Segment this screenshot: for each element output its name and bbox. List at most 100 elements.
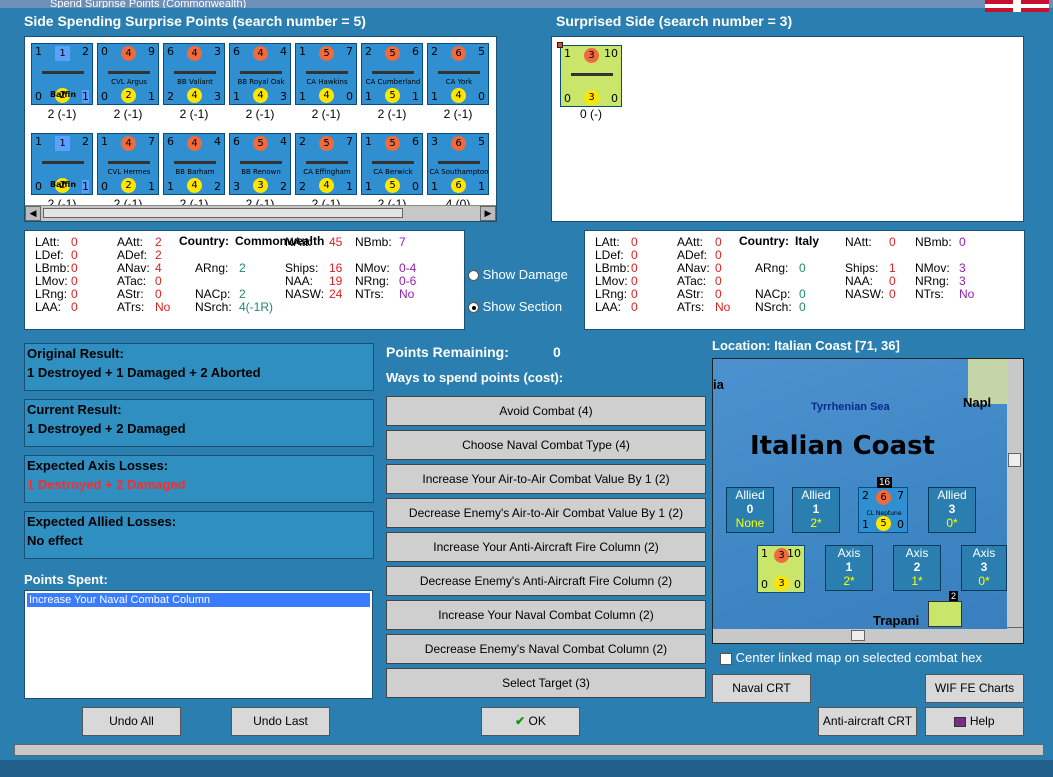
ship-icon [372, 66, 414, 74]
ok-button[interactable]: ✔ OK [481, 707, 580, 736]
axis-box-1[interactable]: Axis 1 2* [825, 545, 873, 591]
unit-counter[interactable]: 1 1 2 0 2 1 Baffin [31, 133, 93, 195]
increase-aa-fire-button[interactable]: Increase Your Anti-Aircraft Fire Column … [386, 532, 706, 562]
unit-counter[interactable]: 3 6 5 1 6 1 CA Southampton [427, 133, 489, 195]
scroll-thumb[interactable] [1008, 453, 1021, 467]
axis-losses-panel: Expected Axis Losses: 1 Destroyed + 2 Da… [24, 455, 374, 503]
stat-label: NASW: [845, 287, 885, 301]
scroll-thumb[interactable] [851, 630, 865, 641]
stat-label: LBmb: [595, 261, 630, 275]
scroll-right-icon[interactable]: ▶ [480, 206, 496, 221]
surprised-units-panel: 1 3 10 0 3 0 0 (-) [551, 36, 1024, 222]
map-horizontal-scrollbar[interactable] [713, 627, 1023, 643]
axis-losses-value: 1 Destroyed + 2 Damaged [27, 477, 186, 492]
show-damage-option[interactable]: Show Damage [468, 267, 580, 285]
counter-value: 1 [365, 135, 372, 148]
help-button[interactable]: Help [925, 707, 1024, 736]
allied-box-3[interactable]: Allied 3 0* [928, 487, 976, 533]
list-item[interactable]: Increase Your Naval Combat Column [27, 593, 370, 607]
show-section-option[interactable]: Show Section [468, 299, 580, 317]
counter-value: 2 [280, 180, 287, 193]
stat-value: 0 [155, 287, 162, 301]
stat-value: 3 [959, 261, 966, 275]
unit-counter[interactable]: 1 5 6 1 5 0 CA Berwick [361, 133, 423, 195]
unit-name: CA Berwick [373, 168, 413, 176]
stat-label: LRng: [595, 287, 628, 301]
counter-value: 6 [167, 135, 174, 148]
italy-stats-panel: LAtt: 0 AAtt: 0 NAtt: 0 NBmb: 0 LDef: 0 ADef: 0 LBmb… [584, 230, 1025, 330]
window-scrollbar[interactable] [14, 744, 1044, 756]
counter-value: 7 [148, 135, 155, 148]
decrease-enemy-aa-fire-button[interactable]: Decrease Enemy's Anti-Aircraft Fire Colu… [386, 566, 706, 596]
stat-value: 0 [715, 261, 722, 275]
unit-counter[interactable]: 1 3 10 0 3 0 [557, 42, 622, 107]
counter-value: 4 [319, 178, 334, 193]
avoid-combat-button[interactable]: Avoid Combat (4) [386, 396, 706, 426]
checkbox-icon[interactable] [720, 652, 732, 665]
unit-counter[interactable]: 0 4 9 0 2 1 CVL Argus [97, 43, 159, 105]
center-map-option[interactable]: Center linked map on selected combat hex [720, 650, 1024, 668]
current-result-panel: Current Result: 1 Destroyed + 2 Damaged [24, 399, 374, 447]
undo-last-button[interactable]: Undo Last [231, 707, 330, 736]
unit-counter[interactable]: 1 5 7 1 4 0 CA Hawkins [295, 43, 357, 105]
decrease-enemy-air-to-air-button[interactable]: Decrease Enemy's Air-to-Air Combat Value… [386, 498, 706, 528]
unit-counter[interactable]: 6 5 4 3 3 2 BB Renown [229, 133, 291, 195]
stat-value: No [399, 287, 415, 301]
scroll-thumb[interactable] [43, 208, 403, 218]
unit-name: Baffin [49, 90, 77, 99]
counter-value: 5 [385, 46, 400, 61]
axis-box-3[interactable]: Axis 3 0* [961, 545, 1007, 591]
axis-box-2[interactable]: Axis 2 1* [893, 545, 941, 591]
counter-value: 6 [451, 178, 466, 193]
increase-naval-column-button[interactable]: Increase Your Naval Combat Column (2) [386, 600, 706, 630]
unit-counter[interactable]: 1 1 2 0 2 1 Baffin [31, 43, 93, 105]
stat-label: ARng: [755, 261, 789, 275]
counter-caption: 2 (-1) [245, 107, 275, 121]
counter-value: 5 [385, 88, 400, 103]
allied-box-0[interactable]: Allied 0 None [726, 487, 774, 533]
unit-counter[interactable]: 2 5 6 1 5 1 CA Cumberland [361, 43, 423, 105]
counter-value: 3 [280, 90, 287, 103]
unit-counter[interactable]: 6 4 4 1 4 3 BB Royal Oak [229, 43, 291, 105]
choose-naval-combat-type-button[interactable]: Choose Naval Combat Type (4) [386, 430, 706, 460]
map-ship-counter[interactable]: 267 CL Neptune 150 [858, 487, 908, 533]
stat-label: NAtt: [845, 235, 872, 249]
radio-selected-icon[interactable] [468, 302, 479, 314]
counter-value: 1 [101, 135, 108, 148]
ship-icon [571, 68, 613, 76]
select-target-button[interactable]: Select Target (3) [386, 668, 706, 698]
axis-losses-label: Expected Axis Losses: [27, 458, 169, 473]
allied-box-1[interactable]: Allied 1 2* [792, 487, 840, 533]
map-view[interactable]: ia Napl Tyrrhenian Sea Italian Coast Tra… [712, 358, 1024, 644]
map-land-counter[interactable] [928, 601, 962, 627]
counter-value: 1 [167, 180, 174, 193]
scroll-left-icon[interactable]: ◀ [25, 206, 41, 221]
unit-counter[interactable]: 2 5 7 2 4 1 CA Effingham [295, 133, 357, 195]
stat-label: NASW: [285, 287, 325, 301]
ship-icon [438, 156, 480, 164]
center-map-label: Center linked map on selected combat hex [735, 650, 983, 665]
stat-label: AStr: [677, 287, 704, 301]
decrease-enemy-naval-column-button[interactable]: Decrease Enemy's Naval Combat Column (2) [386, 634, 706, 664]
stat-value: No [715, 300, 731, 314]
naval-crt-button[interactable]: Naval CRT [712, 674, 811, 703]
counter-value: 3 [253, 178, 268, 193]
unit-counter[interactable]: 1 4 7 0 2 1 CVL Hermes [97, 133, 159, 195]
horizontal-scrollbar[interactable]: ◀ ▶ [25, 205, 496, 221]
wif-charts-button[interactable]: WIF FE Charts [925, 674, 1024, 703]
unit-counter[interactable]: 2 6 5 1 4 0 CA York [427, 43, 489, 105]
allied-losses-panel: Expected Allied Losses: No effect [24, 511, 374, 559]
radio-icon[interactable] [468, 270, 479, 282]
country-label: Country: [179, 234, 229, 248]
map-italian-counter[interactable]: 1 3 10 030 [757, 545, 805, 593]
unit-counter[interactable]: 6 4 4 1 4 2 BB Barham [163, 133, 225, 195]
undo-all-button[interactable]: Undo All [82, 707, 181, 736]
stat-value: 2 [155, 235, 162, 249]
anti-aircraft-crt-button[interactable]: Anti-aircraft CRT [818, 707, 917, 736]
stat-label: ANav: [677, 261, 710, 275]
increase-air-to-air-button[interactable]: Increase Your Air-to-Air Combat Value By… [386, 464, 706, 494]
counter-value: 0 [412, 180, 419, 193]
points-spent-list[interactable]: Increase Your Naval Combat Column [24, 590, 373, 699]
unit-counter[interactable]: 6 4 3 2 4 3 BB Valiant [163, 43, 225, 105]
unit-name: CA Hawkins [306, 78, 348, 86]
